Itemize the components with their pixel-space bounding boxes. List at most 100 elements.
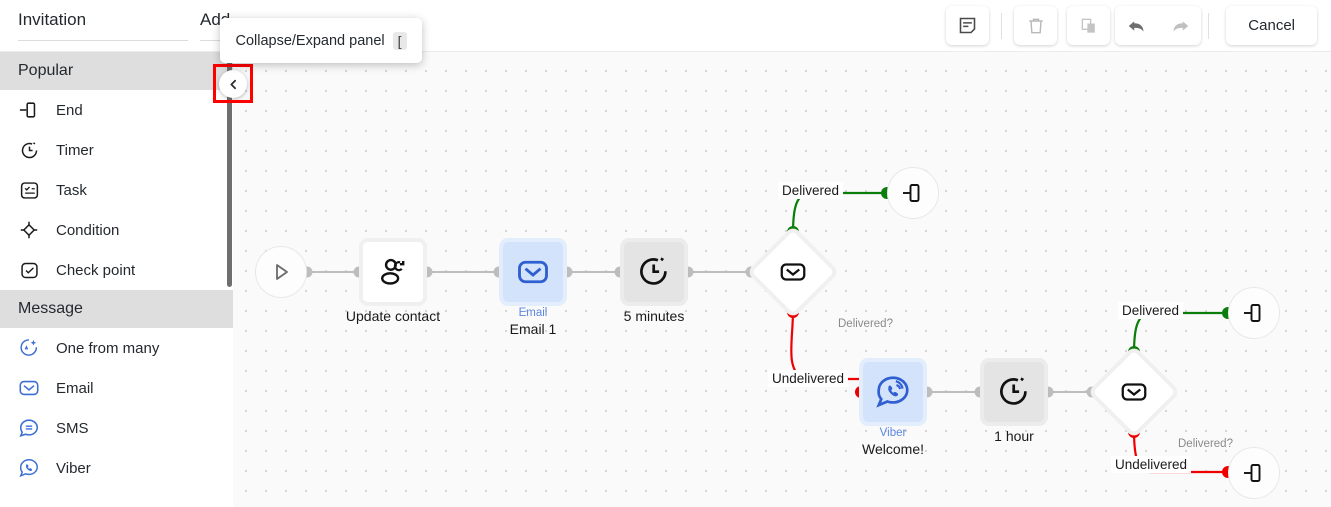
end-node-icon: [1244, 464, 1261, 482]
left-sidebar-panel: Popular End Timer Task Condition Check p…: [0, 52, 233, 507]
port-dot: [1042, 386, 1054, 398]
condition-question-label: Delivered?: [1178, 438, 1233, 450]
sidebar-section-title: Message: [18, 300, 83, 317]
delete-button[interactable]: [1014, 6, 1058, 45]
node-start[interactable]: [255, 246, 307, 298]
condition-question-label: Delivered?: [838, 318, 893, 330]
top-header-bar: Invitation Add Cancel: [0, 0, 1331, 52]
redo-arrow-icon: [1173, 20, 1189, 31]
tab-invitation[interactable]: Invitation: [18, 10, 188, 41]
node-label-sub: Viber: [879, 427, 907, 439]
task-checklist-icon: [18, 179, 40, 201]
sidebar-item-check-point[interactable]: Check point: [0, 250, 233, 290]
copy-icon: [1081, 18, 1095, 33]
node-condition-delivered-2[interactable]: [1092, 350, 1176, 434]
workflow-canvas[interactable]: Update contact Email Email 1 5 minutes D…: [233, 52, 1331, 507]
timer-node-shape: [624, 242, 684, 302]
sidebar-item-email[interactable]: Email: [0, 368, 233, 408]
port-dot: [561, 266, 573, 278]
timer-clock-icon: [1000, 377, 1027, 405]
node-label: Email Email 1: [510, 306, 557, 338]
sidebar-item-condition[interactable]: Condition: [0, 210, 233, 250]
port-dot: [421, 266, 433, 278]
end-node-shape: [1228, 287, 1280, 339]
node-timer-5-minutes[interactable]: 5 minutes: [624, 242, 684, 324]
undo-redo-group: [1115, 6, 1202, 45]
sidebar-item-label: Email: [56, 379, 94, 397]
node-label-main: Email 1: [509, 321, 557, 337]
sidebar-item-task[interactable]: Task: [0, 170, 233, 210]
one-from-many-icon: [18, 337, 40, 359]
edge-cond2-delivered: [1132, 311, 1226, 355]
email-envelope-icon: [18, 377, 40, 399]
play-triangle-icon: [276, 264, 288, 280]
email-envelope-icon: [518, 260, 548, 284]
viber-phone-icon: [18, 457, 40, 479]
sidebar-item-sms[interactable]: SMS: [0, 408, 233, 448]
edge-label-delivered-2: Delivered: [1118, 302, 1184, 319]
collapse-expand-panel-button[interactable]: [219, 70, 247, 98]
check-point-icon: [18, 259, 40, 281]
email-envelope-icon: [780, 263, 806, 281]
sidebar-item-label: Check point: [56, 261, 136, 279]
edge-label-delivered-1: Delivered: [778, 182, 844, 199]
node-label-main: 1 hour: [994, 428, 1034, 444]
node-end-2[interactable]: [1228, 287, 1280, 339]
update-contact-node-shape: [363, 242, 423, 302]
edge-cond1-delivered: [791, 191, 885, 235]
node-end-3[interactable]: [1228, 447, 1280, 499]
timer-clock-icon: [640, 257, 667, 285]
node-label-main: Welcome!: [862, 441, 924, 457]
timer-clock-icon: [18, 139, 40, 161]
sidebar-item-label: One from many: [56, 339, 160, 357]
sidebar-item-timer[interactable]: Timer: [0, 130, 233, 170]
sidebar-item-label: Condition: [56, 221, 120, 239]
sidebar-item-label: Task: [56, 181, 87, 199]
condition-icon-wrap: [1105, 363, 1163, 421]
copy-button[interactable]: [1067, 6, 1111, 45]
sidebar-section-message: Message: [0, 290, 233, 328]
end-node-shape: [887, 167, 939, 219]
sidebar-item-viber[interactable]: Viber: [0, 448, 233, 488]
node-label-sub: Email: [518, 307, 548, 319]
viber-phone-icon: [876, 376, 909, 408]
cancel-button[interactable]: Cancel: [1226, 6, 1317, 45]
edge-label-undelivered-1: Undelivered: [768, 370, 849, 387]
undo-button[interactable]: [1115, 6, 1159, 45]
sidebar-section-popular: Popular: [0, 52, 233, 90]
condition-diamond-icon: [18, 219, 40, 241]
node-label-main: 5 minutes: [623, 308, 685, 324]
trash-icon: [1029, 18, 1043, 33]
sidebar-section-title: Popular: [18, 62, 74, 79]
node-email-1[interactable]: Email Email 1: [503, 242, 563, 337]
timer-node-shape: [984, 362, 1044, 422]
tooltip-shortcut-key: [: [392, 31, 407, 50]
notes-button[interactable]: [946, 6, 990, 45]
sidebar-item-label: SMS: [56, 419, 89, 437]
node-update-contact[interactable]: Update contact: [346, 242, 440, 324]
node-end-1[interactable]: [887, 167, 939, 219]
start-node-shape: [255, 246, 307, 298]
edge-label-undelivered-2: Undelivered: [1111, 456, 1192, 473]
node-condition-delivered-1[interactable]: [751, 230, 835, 314]
redo-button[interactable]: [1158, 6, 1202, 45]
node-label: Update contact: [346, 308, 440, 325]
sidebar-item-one-from-many[interactable]: One from many: [0, 328, 233, 368]
note-icon: [960, 17, 976, 34]
sidebar-item-end[interactable]: End: [0, 90, 233, 130]
end-node-icon: [903, 184, 920, 202]
node-label: Viber Welcome!: [862, 426, 924, 458]
node-label: 5 minutes: [624, 308, 685, 325]
node-timer-1-hour[interactable]: 1 hour: [984, 362, 1044, 444]
sms-bubble-icon: [18, 417, 40, 439]
header-action-buttons: Cancel: [941, 6, 1317, 45]
sidebar-item-label: Viber: [56, 459, 91, 477]
toolbar-divider-1: [1001, 12, 1003, 39]
toolbar-divider-2: [1208, 12, 1210, 39]
node-label: 1 hour: [994, 428, 1034, 445]
port-dot: [921, 386, 933, 398]
condition-icon-wrap: [764, 243, 822, 301]
viber-node-shape: [863, 362, 923, 422]
collapse-panel-tooltip: Collapse/Expand panel [: [220, 18, 422, 63]
node-viber-welcome[interactable]: Viber Welcome!: [862, 362, 924, 457]
